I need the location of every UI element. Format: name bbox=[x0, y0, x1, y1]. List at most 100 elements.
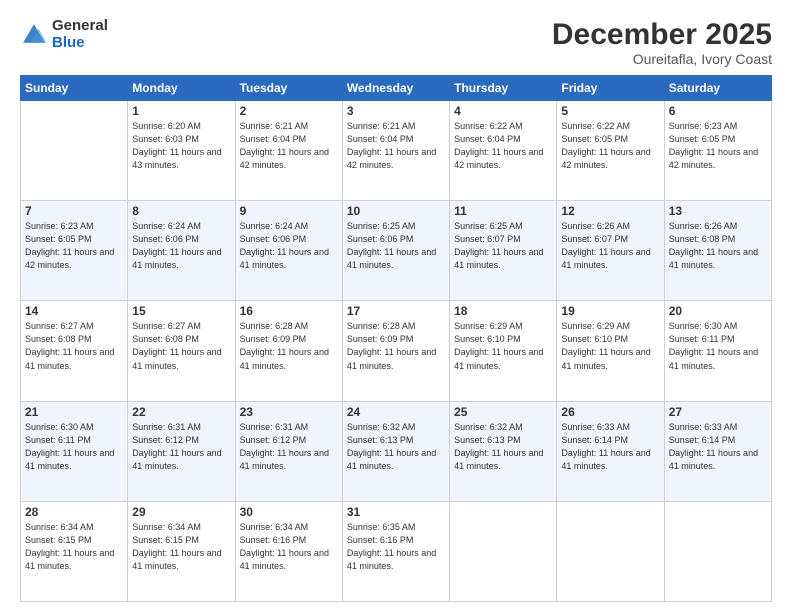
calendar-cell: 7 Sunrise: 6:23 AMSunset: 6:05 PMDaylight… bbox=[21, 201, 128, 301]
day-number: 3 bbox=[347, 104, 445, 118]
day-info: Sunrise: 6:22 AMSunset: 6:05 PMDaylight:… bbox=[561, 120, 659, 172]
day-info: Sunrise: 6:26 AMSunset: 6:07 PMDaylight:… bbox=[561, 220, 659, 272]
calendar-row-3: 14 Sunrise: 6:27 AMSunset: 6:08 PMDayligh… bbox=[21, 301, 772, 401]
page: General Blue December 2025 Oureitafla, I… bbox=[0, 0, 792, 612]
day-info: Sunrise: 6:33 AMSunset: 6:14 PMDaylight:… bbox=[669, 421, 767, 473]
calendar-row-5: 28 Sunrise: 6:34 AMSunset: 6:15 PMDayligh… bbox=[21, 501, 772, 601]
weekday-header-row: SundayMondayTuesdayWednesdayThursdayFrid… bbox=[21, 76, 772, 101]
calendar-cell: 15 Sunrise: 6:27 AMSunset: 6:08 PMDayligh… bbox=[128, 301, 235, 401]
calendar-cell: 29Sunrise: 6:34 AMSunset: 6:15 PMDayligh… bbox=[128, 501, 235, 601]
calendar-cell: 25Sunrise: 6:32 AMSunset: 6:13 PMDayligh… bbox=[450, 401, 557, 501]
calendar-cell: 8 Sunrise: 6:24 AMSunset: 6:06 PMDaylight… bbox=[128, 201, 235, 301]
weekday-header-thursday: Thursday bbox=[450, 76, 557, 101]
calendar-cell: 20 Sunrise: 6:30 AMSunset: 6:11 PMDayligh… bbox=[664, 301, 771, 401]
calendar-cell: 6Sunrise: 6:23 AMSunset: 6:05 PMDaylight… bbox=[664, 101, 771, 201]
calendar-cell: 10 Sunrise: 6:25 AMSunset: 6:06 PMDayligh… bbox=[342, 201, 449, 301]
calendar-row-4: 21 Sunrise: 6:30 AMSunset: 6:11 PMDayligh… bbox=[21, 401, 772, 501]
calendar-row-1: 1 Sunrise: 6:20 AMSunset: 6:03 PMDaylight… bbox=[21, 101, 772, 201]
day-info: Sunrise: 6:34 AMSunset: 6:15 PMDaylight:… bbox=[25, 521, 123, 573]
day-info: Sunrise: 6:30 AMSunset: 6:11 PMDaylight:… bbox=[25, 421, 123, 473]
day-number: 29 bbox=[132, 505, 230, 519]
day-number: 5 bbox=[561, 104, 659, 118]
day-number: 26 bbox=[561, 405, 659, 419]
calendar-row-2: 7 Sunrise: 6:23 AMSunset: 6:05 PMDaylight… bbox=[21, 201, 772, 301]
calendar-cell: 16 Sunrise: 6:28 AMSunset: 6:09 PMDayligh… bbox=[235, 301, 342, 401]
day-info: Sunrise: 6:24 AMSunset: 6:06 PMDaylight:… bbox=[240, 220, 338, 272]
day-number: 20 bbox=[669, 304, 767, 318]
logo-general-text: General bbox=[52, 18, 108, 35]
logo-icon bbox=[20, 21, 48, 49]
day-info: Sunrise: 6:23 AMSunset: 6:05 PMDaylight:… bbox=[25, 220, 123, 272]
calendar-cell: 3Sunrise: 6:21 AMSunset: 6:04 PMDaylight… bbox=[342, 101, 449, 201]
calendar-cell bbox=[450, 501, 557, 601]
day-info: Sunrise: 6:31 AMSunset: 6:12 PMDaylight:… bbox=[240, 421, 338, 473]
calendar-cell: 31Sunrise: 6:35 AMSunset: 6:16 PMDayligh… bbox=[342, 501, 449, 601]
day-number: 14 bbox=[25, 304, 123, 318]
day-number: 8 bbox=[132, 204, 230, 218]
day-info: Sunrise: 6:25 AMSunset: 6:06 PMDaylight:… bbox=[347, 220, 445, 272]
day-number: 30 bbox=[240, 505, 338, 519]
day-number: 12 bbox=[561, 204, 659, 218]
calendar-cell: 28 Sunrise: 6:34 AMSunset: 6:15 PMDayligh… bbox=[21, 501, 128, 601]
day-info: Sunrise: 6:28 AMSunset: 6:09 PMDaylight:… bbox=[240, 320, 338, 372]
weekday-header-saturday: Saturday bbox=[664, 76, 771, 101]
calendar-cell: 18Sunrise: 6:29 AMSunset: 6:10 PMDayligh… bbox=[450, 301, 557, 401]
day-number: 1 bbox=[132, 104, 230, 118]
weekday-header-sunday: Sunday bbox=[21, 76, 128, 101]
day-info: Sunrise: 6:28 AMSunset: 6:09 PMDaylight:… bbox=[347, 320, 445, 372]
weekday-header-monday: Monday bbox=[128, 76, 235, 101]
logo-blue-text: Blue bbox=[52, 35, 108, 52]
day-number: 24 bbox=[347, 405, 445, 419]
calendar-cell: 11Sunrise: 6:25 AMSunset: 6:07 PMDayligh… bbox=[450, 201, 557, 301]
day-number: 22 bbox=[132, 405, 230, 419]
day-number: 15 bbox=[132, 304, 230, 318]
calendar-cell bbox=[664, 501, 771, 601]
day-number: 7 bbox=[25, 204, 123, 218]
day-number: 21 bbox=[25, 405, 123, 419]
calendar-cell: 5 Sunrise: 6:22 AMSunset: 6:05 PMDaylight… bbox=[557, 101, 664, 201]
day-info: Sunrise: 6:24 AMSunset: 6:06 PMDaylight:… bbox=[132, 220, 230, 272]
calendar-title: December 2025 bbox=[552, 18, 772, 51]
day-info: Sunrise: 6:30 AMSunset: 6:11 PMDaylight:… bbox=[669, 320, 767, 372]
weekday-header-wednesday: Wednesday bbox=[342, 76, 449, 101]
day-number: 13 bbox=[669, 204, 767, 218]
day-number: 17 bbox=[347, 304, 445, 318]
calendar-cell bbox=[21, 101, 128, 201]
day-number: 31 bbox=[347, 505, 445, 519]
title-block: December 2025 Oureitafla, Ivory Coast bbox=[552, 18, 772, 67]
day-info: Sunrise: 6:33 AMSunset: 6:14 PMDaylight:… bbox=[561, 421, 659, 473]
calendar-cell: 19Sunrise: 6:29 AMSunset: 6:10 PMDayligh… bbox=[557, 301, 664, 401]
calendar-cell bbox=[557, 501, 664, 601]
day-info: Sunrise: 6:25 AMSunset: 6:07 PMDaylight:… bbox=[454, 220, 552, 272]
calendar-cell: 21 Sunrise: 6:30 AMSunset: 6:11 PMDayligh… bbox=[21, 401, 128, 501]
day-number: 4 bbox=[454, 104, 552, 118]
weekday-header-friday: Friday bbox=[557, 76, 664, 101]
day-number: 10 bbox=[347, 204, 445, 218]
calendar-cell: 14 Sunrise: 6:27 AMSunset: 6:08 PMDayligh… bbox=[21, 301, 128, 401]
calendar-subtitle: Oureitafla, Ivory Coast bbox=[552, 51, 772, 67]
calendar-cell: 13 Sunrise: 6:26 AMSunset: 6:08 PMDayligh… bbox=[664, 201, 771, 301]
calendar-cell: 2Sunrise: 6:21 AMSunset: 6:04 PMDaylight… bbox=[235, 101, 342, 201]
calendar-cell: 26 Sunrise: 6:33 AMSunset: 6:14 PMDayligh… bbox=[557, 401, 664, 501]
day-number: 9 bbox=[240, 204, 338, 218]
day-info: Sunrise: 6:27 AMSunset: 6:08 PMDaylight:… bbox=[25, 320, 123, 372]
calendar-cell: 27 Sunrise: 6:33 AMSunset: 6:14 PMDayligh… bbox=[664, 401, 771, 501]
day-info: Sunrise: 6:20 AMSunset: 6:03 PMDaylight:… bbox=[132, 120, 230, 172]
day-info: Sunrise: 6:29 AMSunset: 6:10 PMDaylight:… bbox=[561, 320, 659, 372]
day-number: 23 bbox=[240, 405, 338, 419]
day-number: 28 bbox=[25, 505, 123, 519]
calendar-cell: 1 Sunrise: 6:20 AMSunset: 6:03 PMDaylight… bbox=[128, 101, 235, 201]
calendar-cell: 9 Sunrise: 6:24 AMSunset: 6:06 PMDaylight… bbox=[235, 201, 342, 301]
day-info: Sunrise: 6:27 AMSunset: 6:08 PMDaylight:… bbox=[132, 320, 230, 372]
day-number: 27 bbox=[669, 405, 767, 419]
day-info: Sunrise: 6:32 AMSunset: 6:13 PMDaylight:… bbox=[347, 421, 445, 473]
calendar-cell: 22Sunrise: 6:31 AMSunset: 6:12 PMDayligh… bbox=[128, 401, 235, 501]
day-number: 18 bbox=[454, 304, 552, 318]
logo-text: General Blue bbox=[52, 18, 108, 51]
day-info: Sunrise: 6:26 AMSunset: 6:08 PMDaylight:… bbox=[669, 220, 767, 272]
day-number: 16 bbox=[240, 304, 338, 318]
calendar-cell: 30Sunrise: 6:34 AMSunset: 6:16 PMDayligh… bbox=[235, 501, 342, 601]
calendar-cell: 12 Sunrise: 6:26 AMSunset: 6:07 PMDayligh… bbox=[557, 201, 664, 301]
day-info: Sunrise: 6:22 AMSunset: 6:04 PMDaylight:… bbox=[454, 120, 552, 172]
logo: General Blue bbox=[20, 18, 108, 51]
